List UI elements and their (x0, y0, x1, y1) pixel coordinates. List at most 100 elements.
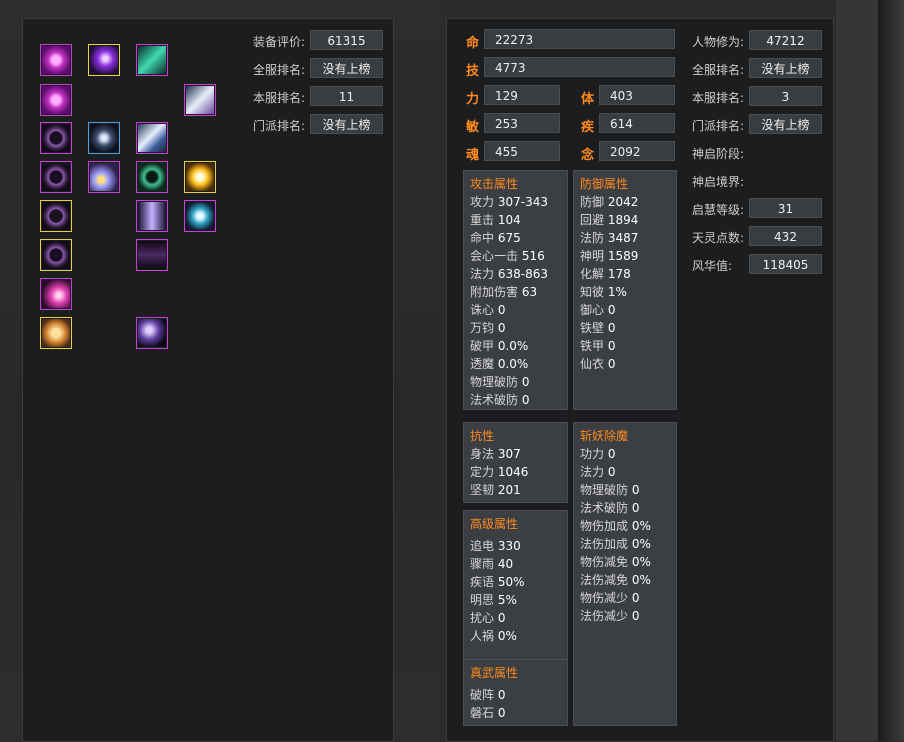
attr-row: 骤雨 40 (470, 555, 567, 573)
attr-key: 物理破防 (470, 375, 522, 389)
attr-value: 0 (497, 611, 506, 625)
stat-ming-label: 命 (466, 36, 480, 51)
char-global-rank-label: 全服排名: (692, 63, 745, 77)
attr-key: 物伤减少 (580, 591, 632, 605)
equipment-slot-ring-1[interactable] (40, 122, 72, 154)
equipment-slot-bracelet[interactable] (136, 161, 168, 193)
equipment-slot-sun[interactable] (184, 161, 216, 193)
pink-gem-icon (42, 280, 70, 308)
attr-key: 法术破防 (470, 393, 522, 407)
attr-value: 5% (497, 593, 517, 607)
attr-key: 磐石 (470, 706, 498, 720)
attr-key: 诛心 (470, 303, 498, 317)
equipment-slot-token[interactable] (40, 317, 72, 349)
attr-row: 铁壁 0 (580, 319, 676, 337)
green-crystal-icon (138, 46, 166, 74)
attr-key: 物理破防 (580, 483, 632, 497)
attr-value: 0% (631, 555, 651, 569)
equipment-slot-armor[interactable] (136, 122, 168, 154)
attr-key: 透魔 (470, 357, 498, 371)
stat-ji2-label: 疾 (581, 120, 595, 135)
char-server-rank-label: 本服排名: (692, 91, 745, 105)
attr-key: 防御 (580, 195, 608, 209)
attr-key: 攻力 (470, 195, 498, 209)
equipment-slot-butterfly[interactable] (88, 122, 120, 154)
attr-value: 0 (497, 688, 506, 702)
demon-attributes-box: 斩妖除魔 功力 0 法力 0 物理破防 0 法术破防 0 物伤加成 0% 法伤加成 0% 物伤… (573, 422, 677, 726)
attr-row: 破阵 0 (470, 686, 567, 704)
gem-icon (90, 163, 118, 191)
equipment-slot-wing-white[interactable] (184, 84, 216, 116)
attr-row: 命中 675 (470, 229, 567, 247)
attr-key: 神明 (580, 249, 608, 263)
cloak-icon (138, 202, 166, 230)
attr-row: 法伤减免 0% (580, 571, 676, 589)
attributes-panel: 命 22273 技 4773 力 129 体 403 敏 253 疾 614 魂… (446, 18, 834, 742)
attr-key: 重击 (470, 213, 498, 227)
attr-value: 0 (497, 321, 506, 335)
attr-key: 定力 (470, 465, 498, 479)
equipment-slot-boots[interactable] (136, 239, 168, 271)
equipment-slot-gem[interactable] (88, 161, 120, 193)
attr-row: 重击 104 (470, 211, 567, 229)
attr-row: 法术破防 0 (470, 391, 567, 409)
armor-icon (138, 124, 166, 152)
attr-value: 104 (497, 213, 521, 227)
stat-ji-label: 技 (466, 64, 480, 79)
attr-value: 1046 (497, 465, 529, 479)
attr-key: 法术破防 (580, 501, 632, 515)
fenghua-value: 118405 (749, 254, 822, 274)
attr-key: 人祸 (470, 629, 498, 643)
attr-key: 仙衣 (580, 357, 608, 371)
stat-min-value: 253 (484, 113, 560, 133)
attr-value: 0 (607, 465, 616, 479)
attr-key: 骤雨 (470, 557, 498, 571)
attr-key: 身法 (470, 447, 498, 461)
attr-value: 0 (631, 591, 640, 605)
attr-row: 磐石 0 (470, 704, 567, 722)
score-label: 装备评价: (253, 35, 306, 49)
equipment-slot-ring-2[interactable] (40, 161, 72, 193)
attr-row: 回避 1894 (580, 211, 676, 229)
attr-row: 诛心 0 (470, 301, 567, 319)
attr-key: 法力 (470, 267, 498, 281)
equipment-slot-cloak[interactable] (136, 200, 168, 232)
equipment-slot-seal-1[interactable] (40, 44, 72, 76)
attr-value: 0 (607, 339, 616, 353)
attr-value: 3487 (607, 231, 639, 245)
attr-key: 御心 (580, 303, 608, 317)
equipment-panel: 装备评价: 61315 全服排名: 没有上榜 本服排名: 11 门派排名: 没有… (22, 18, 394, 742)
attr-row: 知彼 1% (580, 283, 676, 301)
stat-ti-label: 体 (581, 92, 595, 107)
ring-icon (42, 241, 70, 269)
stat-ti-value: 403 (599, 85, 675, 105)
wisdom-level-label: 启慧等级: (692, 203, 745, 217)
attr-row: 万钧 0 (470, 319, 567, 337)
pet-icon (186, 202, 214, 230)
spirit-points-value: 432 (749, 226, 822, 246)
equipment-slot-orb[interactable] (88, 44, 120, 76)
gold-token-icon (42, 319, 70, 347)
attr-value: 675 (497, 231, 521, 245)
attr-row: 疾语 50% (470, 573, 567, 591)
attr-value: 0% (497, 629, 517, 643)
attr-key: 铁壁 (580, 321, 608, 335)
attr-value: 307 (497, 447, 521, 461)
attr-value: 0 (521, 393, 530, 407)
attr-value: 0 (631, 483, 640, 497)
equipment-slot-ring-4[interactable] (40, 239, 72, 271)
equipment-slot-ring-3[interactable] (40, 200, 72, 232)
equipment-slot-mirror[interactable] (136, 317, 168, 349)
mirror-icon (138, 319, 166, 347)
attr-box-title: 抗性 (470, 429, 495, 443)
stat-hun-label: 魂 (466, 148, 480, 163)
equipment-slot-crystal[interactable] (136, 44, 168, 76)
equipment-slot-pink-gem[interactable] (40, 278, 72, 310)
attr-row: 功力 0 (580, 445, 676, 463)
equipment-slot-seal-2[interactable] (40, 84, 72, 116)
attr-key: 物伤减免 (580, 555, 632, 569)
attr-key: 扰心 (470, 611, 498, 625)
equipment-slot-pet[interactable] (184, 200, 216, 232)
purple-seal-icon (42, 46, 70, 74)
attr-key: 破阵 (470, 688, 498, 702)
